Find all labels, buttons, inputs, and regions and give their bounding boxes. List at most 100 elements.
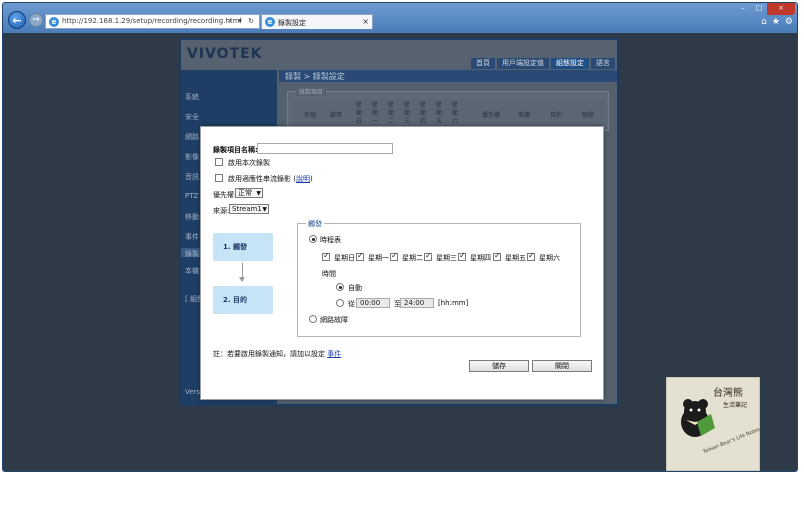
nav-configuration[interactable]: 組態設定: [551, 58, 589, 69]
network-failure-radio[interactable]: [309, 315, 317, 323]
address-actions-icon[interactable]: ⌕ ▾ ↻: [228, 17, 256, 26]
day-checkbox-fri[interactable]: [493, 251, 501, 261]
browser-toolbar: ← → e http://192.168.1.29/setup/recordin…: [3, 3, 797, 33]
sidebar-item-video[interactable]: 影像: [185, 152, 199, 162]
tab-title: 錄製設定: [278, 19, 306, 27]
day-label-fri: 星期五: [505, 254, 526, 262]
window-controls: – □ ×: [735, 3, 795, 15]
col-day-sun: 星期 日: [354, 102, 364, 126]
address-bar[interactable]: e http://192.168.1.29/setup/recording/re…: [45, 14, 260, 29]
browser-tool-icons: ⌂ ★ ⚙: [761, 17, 793, 27]
col-source: 來源: [518, 112, 531, 119]
custom-time-radio[interactable]: [336, 299, 344, 307]
day-label-tue: 星期二: [402, 254, 423, 262]
url-text[interactable]: http://192.168.1.29/setup/recording/reco…: [62, 17, 241, 25]
trigger-panel: 觸發 時程表 星期日 星期一 星期二 星期三 星期四 星期五 星期六 時間 自動…: [297, 219, 581, 337]
start-time-input[interactable]: 00:00: [356, 298, 390, 308]
adaptive-stream-label: 啟用適應性串流錄影 (說明): [228, 175, 313, 183]
schedule-radio[interactable]: [309, 235, 317, 243]
priority-value: 正常: [238, 189, 252, 197]
close-button[interactable]: 關閉: [532, 360, 592, 372]
col-name: 名稱: [304, 112, 317, 119]
col-delete: 刪除: [582, 112, 595, 119]
day-checkbox-sun[interactable]: [322, 251, 330, 261]
sidebar-item-system[interactable]: 系統: [185, 92, 199, 102]
back-arrow-icon: ←: [12, 14, 22, 27]
sidebar-item-audio[interactable]: 音訊: [185, 172, 199, 182]
save-button[interactable]: 儲存: [469, 360, 529, 372]
priority-select[interactable]: 正常 ▼: [235, 188, 263, 198]
day-label-thu: 星期四: [470, 254, 491, 262]
forward-button[interactable]: →: [29, 13, 43, 27]
col-day-prefix: 星期: [435, 102, 442, 117]
day-label-mon: 星期一: [368, 254, 389, 262]
day-label-sun: 星期日: [334, 254, 355, 262]
step-destination[interactable]: 2. 目的: [213, 286, 273, 314]
sidebar-item-ptz[interactable]: PTZ: [185, 192, 198, 200]
day-checkbox-wed[interactable]: [424, 251, 432, 261]
watermark-title: 台灣熊: [713, 388, 743, 399]
col-day-prefix: 星期: [371, 102, 378, 117]
top-navigation: 首頁 用戶端設定值 組態設定 語言: [471, 58, 615, 69]
day-checkbox-thu[interactable]: [458, 251, 466, 261]
col-day-char: 四: [419, 118, 426, 125]
col-enable: 啟用: [330, 112, 343, 119]
time-format-hint: [hh:mm]: [438, 299, 469, 307]
sidebar-item-local[interactable]: 本機: [185, 266, 199, 276]
chevron-down-icon: ▼: [256, 190, 261, 197]
schedule-label: 時程表: [320, 236, 341, 244]
breadcrumb-bar: 錄製 > 錄製設定: [279, 70, 617, 82]
source-label: 來源:: [213, 207, 230, 215]
minimize-button[interactable]: –: [735, 3, 751, 15]
enable-recording-checkbox[interactable]: [215, 158, 223, 166]
day-label-wed: 星期三: [436, 254, 457, 262]
col-day-char: 六: [451, 118, 458, 125]
source-select[interactable]: Stream1 ▼: [229, 204, 269, 214]
col-day-prefix: 星期: [403, 102, 410, 117]
day-checkbox-tue[interactable]: [390, 251, 398, 261]
settings-gear-icon[interactable]: ⚙: [785, 17, 793, 27]
breadcrumb: 錄製 > 錄製設定: [285, 72, 345, 81]
sidebar-item-network[interactable]: 網路: [185, 132, 199, 142]
nav-language[interactable]: 語言: [591, 58, 615, 69]
day-checkbox-mon[interactable]: [356, 251, 364, 261]
end-time-input[interactable]: 24:00: [400, 298, 434, 308]
col-day-char: 二: [387, 118, 394, 125]
recording-table-header: 名稱 啟用 星期 日 星期 一 星期 二 星期 三 星期 四 星期 五 星期 六…: [292, 100, 606, 126]
auto-time-radio[interactable]: [336, 283, 344, 291]
note-prefix: 註：若要啟用錄製通知，請加以設定: [213, 350, 325, 358]
col-day-thu: 星期 四: [418, 102, 428, 126]
sidebar-item-recording[interactable]: 錄製: [185, 249, 199, 259]
priority-label: 優先權:: [213, 191, 237, 199]
adaptive-stream-text: 啟用適應性串流錄影: [228, 175, 291, 183]
watermark-subtitle: 生活筆記: [723, 402, 748, 409]
forward-arrow-icon: →: [32, 15, 40, 25]
sidebar-item-security[interactable]: 安全: [185, 112, 199, 122]
col-day-fri: 星期 五: [434, 102, 444, 126]
close-window-button[interactable]: ×: [767, 3, 795, 15]
back-button[interactable]: ←: [8, 11, 26, 29]
maximize-button[interactable]: □: [751, 3, 767, 15]
col-day-tue: 星期 二: [386, 102, 396, 126]
vivotek-logo: VIVOTEK: [187, 46, 263, 62]
help-link[interactable]: 說明: [296, 175, 310, 183]
adaptive-stream-checkbox[interactable]: [215, 174, 223, 182]
event-link[interactable]: 事件: [327, 350, 341, 358]
nav-client-settings[interactable]: 用戶端設定值: [497, 58, 549, 69]
col-day-char: 一: [371, 118, 378, 125]
sidebar-item-motion[interactable]: 移動: [185, 212, 199, 222]
arrow-down-icon: [239, 277, 245, 282]
step-trigger[interactable]: 1. 觸發: [213, 233, 273, 261]
day-checkbox-sat[interactable]: [527, 251, 535, 261]
col-day-wed: 星期 三: [402, 102, 412, 126]
tab-close-icon[interactable]: ×: [362, 17, 369, 26]
recording-name-input[interactable]: [257, 143, 393, 154]
nav-home[interactable]: 首頁: [471, 58, 495, 69]
enable-recording-label: 啟用本次錄製: [228, 159, 270, 167]
home-icon[interactable]: ⌂: [761, 17, 767, 27]
sidebar-item-event[interactable]: 事件: [185, 232, 199, 242]
network-failure-label: 網路故障: [320, 316, 348, 324]
browser-tab[interactable]: e 錄製設定 ×: [261, 14, 373, 29]
favorites-star-icon[interactable]: ★: [772, 17, 780, 27]
col-day-mon: 星期 一: [370, 102, 380, 126]
